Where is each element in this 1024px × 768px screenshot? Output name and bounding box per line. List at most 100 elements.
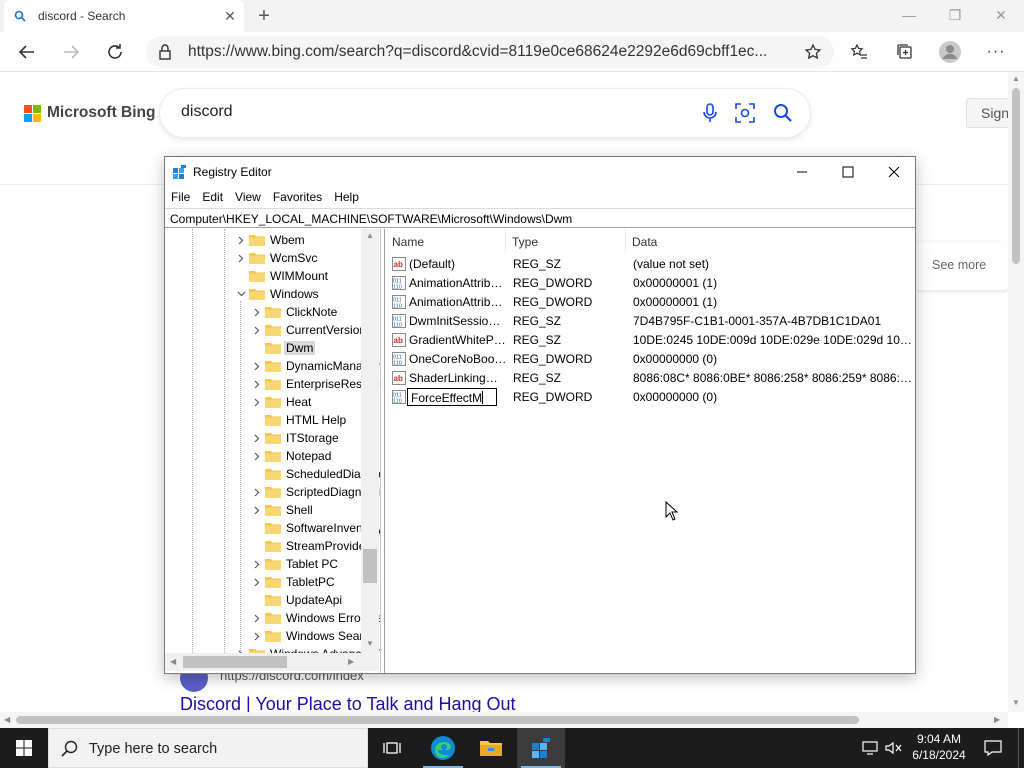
registry-value-row[interactable]: 011110OneCoreNoBootDWM REG_DWORD 0x0000000… <box>390 350 910 369</box>
volume-muted-icon[interactable] <box>882 728 906 768</box>
tree-item[interactable]: TabletPC <box>249 573 337 591</box>
page-vertical-scrollbar[interactable]: ▲ ▼ <box>1008 72 1024 712</box>
rename-value-input[interactable]: ForceEffectM <box>407 388 497 406</box>
page-hscroll-thumb[interactable] <box>16 716 859 724</box>
chevron-right-icon[interactable] <box>249 627 265 645</box>
tree-item[interactable]: HTML Help <box>249 411 348 429</box>
menu-help[interactable]: Help <box>334 190 359 204</box>
tree-item[interactable]: Notepad <box>249 447 333 465</box>
collections-button[interactable] <box>890 37 920 67</box>
tree-item[interactable]: Windows Search <box>249 627 378 645</box>
menu-view[interactable]: View <box>235 190 261 204</box>
new-tab-button[interactable]: + <box>252 4 276 28</box>
menu-edit[interactable]: Edit <box>202 190 223 204</box>
regedit-maximize-button[interactable] <box>825 157 871 187</box>
favorite-star-icon[interactable] <box>804 43 822 61</box>
menu-favorites[interactable]: Favorites <box>273 190 322 204</box>
task-view-button[interactable] <box>368 728 416 768</box>
tree-item[interactable]: Dwm <box>249 339 316 357</box>
regedit-title: Registry Editor <box>193 165 272 179</box>
chevron-right-icon[interactable] <box>249 429 265 447</box>
taskbar-edge[interactable] <box>419 728 467 768</box>
tree-item[interactable]: ITStorage <box>249 429 341 447</box>
taskbar-registry-editor[interactable] <box>517 728 565 768</box>
bing-search-box[interactable]: discord <box>160 89 810 137</box>
taskbar-file-explorer[interactable] <box>467 728 515 768</box>
back-button[interactable] <box>12 37 42 67</box>
tree-item[interactable]: UpdateApi <box>249 591 344 609</box>
chevron-right-icon[interactable] <box>249 501 265 519</box>
chevron-right-icon[interactable] <box>249 447 265 465</box>
browser-close-button[interactable]: ✕ <box>978 0 1024 30</box>
pane-splitter[interactable] <box>381 229 385 673</box>
menu-file[interactable]: File <box>171 190 190 204</box>
favorites-button[interactable] <box>844 37 874 67</box>
tree-item[interactable]: Heat <box>249 393 313 411</box>
forward-button[interactable] <box>56 37 86 67</box>
tree-item[interactable]: Wbem <box>233 231 307 249</box>
column-header-type[interactable]: Type <box>506 229 626 251</box>
tree-item[interactable]: CurrentVersion <box>249 321 368 339</box>
chevron-right-icon[interactable] <box>249 357 265 375</box>
tree-item[interactable]: WcmSvc <box>233 249 319 267</box>
more-menu-icon[interactable]: ··· <box>981 37 1011 67</box>
tree-item[interactable]: Shell <box>249 501 315 519</box>
address-bar[interactable]: https://www.bing.com/search?q=discord&cv… <box>146 36 834 68</box>
see-more-link[interactable]: See more <box>932 258 986 272</box>
regedit-titlebar[interactable]: Registry Editor <box>165 157 915 187</box>
chevron-right-icon[interactable] <box>249 321 265 339</box>
chevron-right-icon[interactable] <box>233 231 249 249</box>
visual-search-icon[interactable] <box>733 101 757 125</box>
profile-button[interactable] <box>935 37 965 67</box>
taskbar-search-box[interactable]: Type here to search <box>48 728 368 768</box>
regedit-close-button[interactable] <box>871 157 917 187</box>
network-icon[interactable] <box>858 728 882 768</box>
chevron-down-icon[interactable] <box>233 285 249 303</box>
tree-horizontal-scrollbar[interactable]: ◀ ▶ <box>165 653 379 671</box>
chevron-right-icon[interactable] <box>249 483 265 501</box>
tree-item[interactable]: StreamProvider <box>249 537 371 555</box>
registry-value-row[interactable]: 011110AnimationAttributionHashingEnabled… <box>390 293 910 312</box>
chevron-right-icon[interactable] <box>249 555 265 573</box>
value-data: 10DE:0245 10DE:009d 10DE:029e 10DE:029d … <box>633 333 913 347</box>
browser-restore-button[interactable]: ❐ <box>932 0 978 30</box>
start-button[interactable] <box>0 728 48 768</box>
chevron-right-icon[interactable] <box>249 393 265 411</box>
tree-vscroll-thumb[interactable] <box>363 549 377 583</box>
regedit-minimize-button[interactable] <box>779 157 825 187</box>
tab-close-icon[interactable]: ✕ <box>222 8 238 24</box>
show-desktop-button[interactable] <box>1018 728 1024 768</box>
regedit-address-bar[interactable]: Computer\HKEY_LOCAL_MACHINE\SOFTWARE\Mic… <box>165 208 915 228</box>
registry-value-row[interactable]: ab GradientWhitePixels REG_SZ 10DE:0245 10D… <box>390 331 913 350</box>
tree-item[interactable]: ClickNote <box>249 303 339 321</box>
text-caret <box>482 391 484 404</box>
notification-center-icon[interactable] <box>978 728 1008 768</box>
refresh-button[interactable] <box>100 37 130 67</box>
registry-value-row[interactable]: 011110DwmInitSessionSettings REG_SZ 7D4B79… <box>390 312 910 331</box>
browser-minimize-button[interactable]: — <box>886 0 932 30</box>
bing-logo[interactable]: Microsoft Bing <box>24 104 156 122</box>
chevron-right-icon[interactable] <box>249 375 265 393</box>
page-vscroll-thumb[interactable] <box>1012 88 1020 264</box>
chevron-right-icon[interactable] <box>233 249 249 267</box>
registry-value-row[interactable]: ab (Default) REG_SZ (value not set) <box>390 255 910 274</box>
tree-vertical-scrollbar[interactable]: ▲ ▼ <box>361 229 379 653</box>
registry-value-row[interactable]: 011 110 ForceEffectM REG_DWORD 0x00000000 (0… <box>390 388 910 407</box>
tree-item[interactable]: Tablet PC <box>249 555 340 573</box>
chevron-right-icon[interactable] <box>249 573 265 591</box>
tree-item[interactable]: WIMMount <box>233 267 330 285</box>
microphone-icon[interactable] <box>698 101 722 125</box>
chevron-right-icon[interactable] <box>249 609 265 627</box>
registry-value-row[interactable]: 011110AnimationAttributionEnabled REG_DWO… <box>390 274 910 293</box>
column-header-name[interactable]: Name <box>386 229 506 251</box>
folder-icon <box>265 360 281 372</box>
browser-tab-active[interactable]: discord - Search ✕ <box>4 0 244 32</box>
taskbar-clock[interactable]: 9:04 AM 6/18/2024 <box>906 731 972 763</box>
tree-hscroll-thumb[interactable] <box>183 656 287 668</box>
tree-item[interactable]: Windows <box>233 285 321 303</box>
column-header-data[interactable]: Data <box>626 229 915 251</box>
chevron-right-icon[interactable] <box>249 303 265 321</box>
registry-value-row[interactable]: ab ShaderLinkingGPUs REG_SZ 8086:08C* 8086:… <box>390 369 913 388</box>
page-horizontal-scrollbar[interactable]: ◀ ▶ <box>0 712 1008 728</box>
search-icon[interactable] <box>771 101 795 125</box>
